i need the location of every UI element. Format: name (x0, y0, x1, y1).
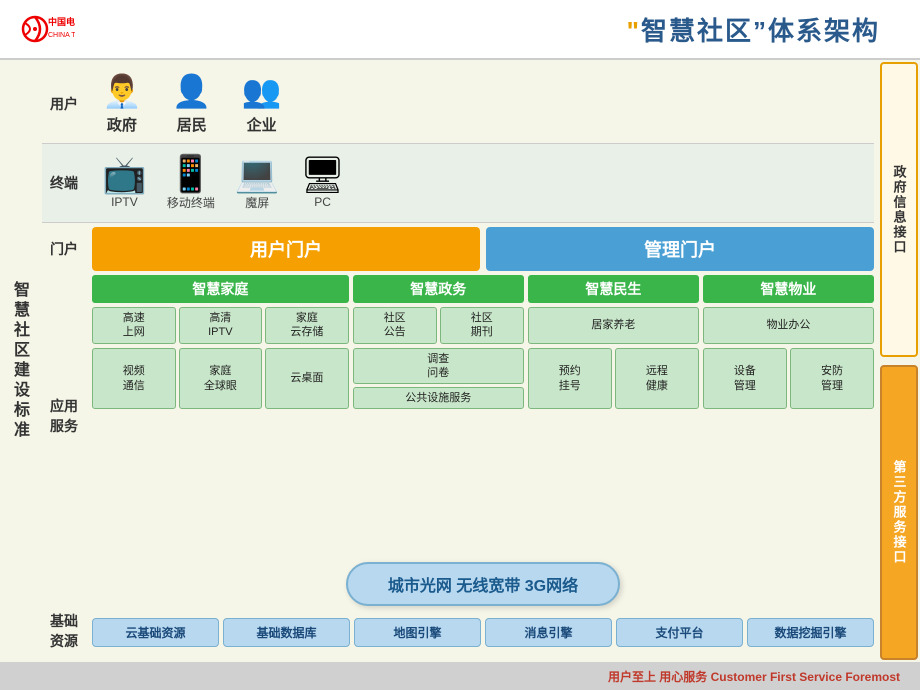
portal-row-label: 门户 (42, 239, 86, 259)
app-survey: 调查 问卷 (353, 348, 524, 385)
page-wrapper: 中国电信 CHINA TELECOM "智慧社区”体系架构 智慧社区建设标准 用… (0, 0, 920, 690)
portal-row: 门户 用户门户 管理门户 (42, 227, 874, 271)
terminal-row: 终端 📺 IPTV 📱 移动终端 💻 魔屏 🖥 (42, 143, 874, 223)
terminal-row-label: 终端 (42, 173, 86, 193)
resources-row: 基础 资源 云基础资源 基础数据库 地图引擎 消息引擎 支付平台 数据挖掘引擎 (42, 610, 874, 654)
app-equipment-mgmt: 设备 管理 (703, 348, 787, 410)
app-services-label: 应用 服务 (42, 275, 86, 558)
app-categories: 智慧家庭 智慧政务 智慧民生 智慧物业 (92, 275, 874, 303)
mobile-icon: 📱 (168, 156, 213, 192)
cat-zhiwu: 智慧物业 (703, 275, 874, 303)
app-cloud-desktop: 云桌面 (265, 348, 349, 410)
resource-datamining: 数据挖掘引擎 (747, 618, 874, 647)
iptv-label: IPTV (111, 195, 138, 209)
app-video-comm: 视频 通信 (92, 348, 176, 410)
app-services-content: 智慧家庭 智慧政务 智慧民生 智慧物业 高速 上网 高清 IPTV 家庭 云存储 (92, 275, 874, 558)
app-appointment: 预约 挂号 (528, 348, 612, 410)
pc-icon: 🖥 (300, 157, 346, 193)
user-portal-button[interactable]: 用户门户 (92, 227, 480, 271)
right-label-third-party-interface: 第三方服务接口 (880, 365, 918, 660)
government-label: 政府 (107, 114, 137, 135)
page-title: "智慧社区”体系架构 (627, 16, 880, 46)
main-content: 智慧社区建设标准 用户 👨‍💼 政府 👤 居民 👥 (0, 60, 920, 662)
terminal-iptv: 📺 IPTV (102, 157, 147, 209)
cat-zhijia: 智慧家庭 (92, 275, 349, 303)
app-security-mgmt: 安防 管理 (790, 348, 874, 410)
app-community-notice: 社区 公告 (353, 307, 437, 344)
header-title-area: "智慧社区”体系架构 (75, 11, 900, 48)
footer: 用户至上 用心服务 Customer First Service Foremos… (0, 662, 920, 690)
resource-payment: 支付平台 (616, 618, 743, 647)
cat-zhizheng: 智慧政务 (353, 275, 524, 303)
tv-icon: 📺 (102, 157, 147, 193)
user-item-enterprise: 👥 企业 (242, 72, 282, 135)
svg-text:中国电信: 中国电信 (48, 16, 75, 27)
enterprise-label: 企业 (247, 114, 277, 135)
title-text: 智慧社区”体系架构 (641, 16, 880, 46)
app-services-area: 应用 服务 智慧家庭 智慧政务 智慧民生 智慧物业 高速 上网 (42, 275, 874, 558)
app-global-eye: 家庭 全球眼 (179, 348, 263, 410)
users-row: 用户 👨‍💼 政府 👤 居民 👥 企业 (42, 68, 874, 139)
terminal-mobile: 📱 移动终端 (167, 156, 215, 211)
app-cloud-storage: 家庭 云存储 (265, 307, 349, 344)
app-community-journal: 社区 期刊 (440, 307, 524, 344)
resources-row-label: 基础 资源 (42, 612, 86, 651)
app-remote-health: 远程 健康 (615, 348, 699, 410)
header: 中国电信 CHINA TELECOM "智慧社区”体系架构 (0, 0, 920, 60)
tablet-icon: 💻 (235, 156, 280, 192)
app-sub-rows-1: 高速 上网 高清 IPTV 家庭 云存储 社区 公告 社区 期刊 居家养老 (92, 307, 874, 344)
resource-cloud: 云基础资源 (92, 618, 219, 647)
portal-content: 用户门户 管理门户 (92, 227, 874, 271)
resident-icon: 👤 (172, 72, 212, 110)
svg-text:CHINA TELECOM: CHINA TELECOM (48, 32, 75, 39)
resident-label: 居民 (177, 114, 207, 135)
tablet-label: 魔屏 (245, 194, 269, 211)
app-elderly-care: 居家养老 (528, 307, 699, 344)
telecom-logo-icon: 中国电信 CHINA TELECOM (20, 7, 75, 52)
resource-db: 基础数据库 (223, 618, 350, 647)
footer-text: 用户至上 用心服务 Customer First Service Foremos… (608, 668, 900, 685)
terminal-tablet: 💻 魔屏 (235, 156, 280, 211)
app-highspeed-internet: 高速 上网 (92, 307, 176, 344)
app-property-office: 物业办公 (703, 307, 874, 344)
right-label-government-interface: 政府信息接口 (880, 62, 918, 357)
title-quote-open: " (627, 16, 641, 46)
resource-map: 地图引擎 (354, 618, 481, 647)
enterprise-icon: 👥 (242, 72, 282, 110)
pc-label: PC (314, 195, 331, 209)
network-cloud: 城市光网 无线宽带 3G网络 (346, 562, 620, 606)
cat-zhimin: 智慧民生 (528, 275, 699, 303)
left-vertical-label: 智慧社区建设标准 (0, 60, 38, 662)
user-item-resident: 👤 居民 (172, 72, 212, 135)
network-row: 城市光网 无线宽带 3G网络 (42, 562, 874, 606)
mobile-label: 移动终端 (167, 194, 215, 211)
user-item-government: 👨‍💼 政府 (102, 72, 142, 135)
users-content: 👨‍💼 政府 👤 居民 👥 企业 (92, 68, 874, 139)
resource-message: 消息引擎 (485, 618, 612, 647)
app-hd-iptv: 高清 IPTV (179, 307, 263, 344)
terminal-content: 📺 IPTV 📱 移动终端 💻 魔屏 🖥 PC (92, 152, 874, 215)
admin-portal-button[interactable]: 管理门户 (486, 227, 874, 271)
diagram-area: 用户 👨‍💼 政府 👤 居民 👥 企业 (38, 60, 878, 662)
app-sub-rows-2: 视频 通信 家庭 全球眼 云桌面 调查 问卷 公共设施服务 预约 挂号 远程 (92, 348, 874, 410)
right-sidebar: 政府信息接口 第三方服务接口 (878, 60, 920, 662)
users-row-label: 用户 (42, 94, 86, 114)
government-icon: 👨‍💼 (102, 72, 142, 110)
app-public-facilities: 公共设施服务 (353, 387, 524, 409)
logo-area: 中国电信 CHINA TELECOM (20, 7, 75, 52)
terminal-pc: 🖥 PC (300, 157, 346, 209)
